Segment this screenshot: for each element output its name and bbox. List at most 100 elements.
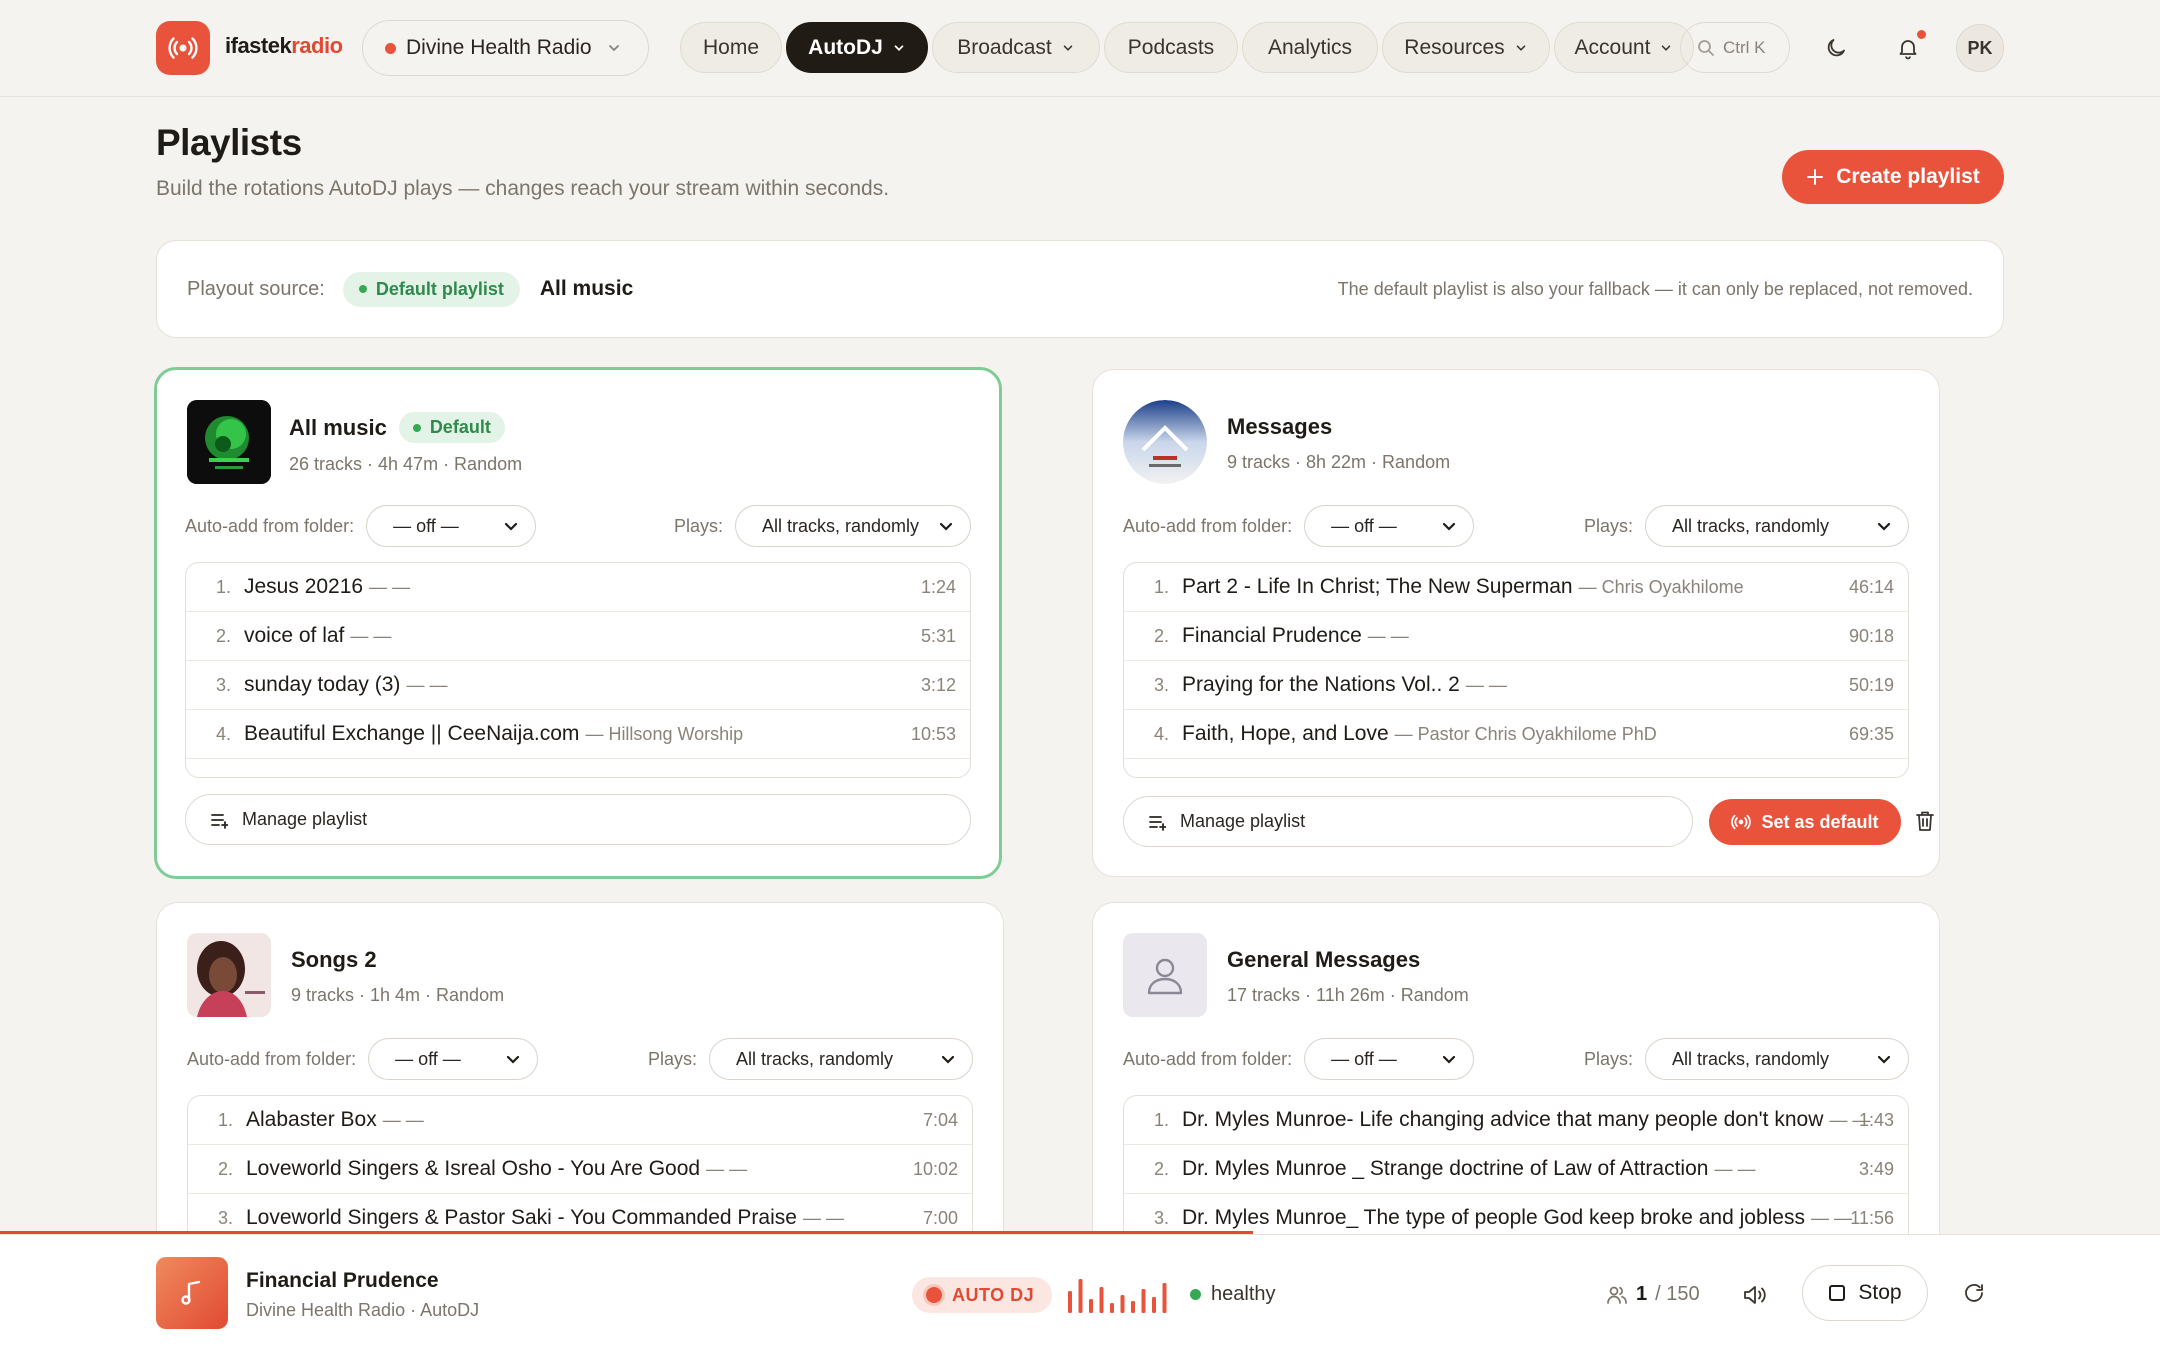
track-row[interactable]: 1. Dr. Myles Munroe- Life changing advice… bbox=[1124, 1096, 1908, 1145]
manage-playlist-label: Manage playlist bbox=[242, 809, 368, 829]
refresh-icon[interactable] bbox=[1962, 1281, 1986, 1305]
nav-analytics-label: Analytics bbox=[1267, 35, 1353, 59]
theme-toggle[interactable] bbox=[1812, 24, 1860, 72]
set-as-default-label: Set as default bbox=[1761, 811, 1879, 832]
playlist-artwork[interactable] bbox=[187, 933, 271, 1017]
track-row[interactable]: 4. Beautiful Exchange || CeeNaija.com — Hi… bbox=[186, 710, 970, 759]
search-icon bbox=[1698, 39, 1714, 56]
nav-autodj-label: AutoDJ bbox=[808, 35, 883, 59]
track-row[interactable]: 2. Financial Prudence — — 90:18 bbox=[1124, 612, 1908, 661]
track-row[interactable]: 2. Dr. Myles Munroe _ Strange doctrine of… bbox=[1124, 1145, 1908, 1194]
track-number: 2. bbox=[216, 625, 232, 646]
broadcast-icon bbox=[1731, 814, 1752, 830]
playlist-title[interactable]: Messages bbox=[1227, 414, 1332, 440]
auto-add-folder-select[interactable]: — off — bbox=[368, 1038, 539, 1080]
track-title: Beautiful Exchange || CeeNaija.com bbox=[244, 722, 580, 745]
plays-label: Plays: bbox=[647, 1048, 697, 1069]
playlist-meta: 9 tracks · 1h 4m · Random bbox=[291, 985, 505, 1005]
track-duration: 7:00 bbox=[922, 1207, 958, 1228]
track-number: 2. bbox=[1154, 625, 1170, 646]
auto-add-folder-select[interactable]: — off — bbox=[1304, 505, 1475, 547]
track-duration: 5:31 bbox=[920, 625, 956, 646]
search-button[interactable]: Ctrl K bbox=[1680, 22, 1790, 73]
auto-add-folder-select[interactable]: — off — bbox=[1304, 1038, 1475, 1080]
nav-broadcast-label: Broadcast bbox=[957, 35, 1052, 59]
brand-suffix: radio bbox=[291, 33, 343, 58]
playlist-artwork[interactable] bbox=[187, 400, 271, 484]
playlist-title[interactable]: General Messages bbox=[1227, 947, 1420, 973]
level-bar bbox=[1068, 1291, 1072, 1313]
search-shortcut: Ctrl K bbox=[1723, 37, 1766, 57]
nav-home[interactable]: Home bbox=[680, 22, 782, 73]
track-row[interactable]: 3. Praying for the Nations Vol.. 2— — 50:1… bbox=[1124, 661, 1908, 710]
plays-mode-select[interactable]: All tracks, randomly bbox=[709, 1038, 973, 1080]
track-duration: 11:56 bbox=[1850, 1207, 1894, 1228]
track-row[interactable]: 4. Faith, Hope, and Love — Pastor Chris Oy… bbox=[1124, 710, 1908, 759]
track-row[interactable]: 2. Loveworld Singers & Isreal Osho - You … bbox=[188, 1145, 972, 1194]
plays-mode-select[interactable]: All tracks, randomly bbox=[1645, 505, 1909, 547]
trash-icon[interactable] bbox=[1915, 810, 1935, 832]
health-dot bbox=[1190, 1289, 1201, 1300]
brand-name[interactable]: ifastekradio bbox=[225, 33, 343, 59]
stop-button[interactable]: Stop bbox=[1802, 1265, 1928, 1321]
playlist-artwork[interactable] bbox=[1123, 400, 1207, 484]
nav-podcasts[interactable]: Podcasts bbox=[1104, 22, 1238, 73]
nav-analytics[interactable]: Analytics bbox=[1242, 22, 1378, 73]
track-artist: — — bbox=[1367, 625, 1409, 646]
nav-autodj[interactable]: AutoDJ bbox=[786, 22, 928, 73]
nav-resources[interactable]: Resources bbox=[1382, 22, 1550, 73]
top-bar: ifastekradio Divine Health Radio Home Au… bbox=[0, 0, 2160, 97]
auto-add-label: Auto-add from folder: bbox=[185, 515, 355, 536]
radio-logo-icon[interactable] bbox=[156, 21, 210, 75]
nav-broadcast[interactable]: Broadcast bbox=[932, 22, 1100, 73]
listener-capacity: / 150 bbox=[1655, 1283, 1700, 1305]
manage-playlist-button[interactable]: Manage playlist bbox=[185, 794, 971, 845]
track-number: 1. bbox=[1154, 1109, 1170, 1130]
stream-health-status: healthy bbox=[1190, 1283, 1276, 1306]
playlist-settings-row: Auto-add from folder: — off — Plays: All… bbox=[1123, 504, 1909, 548]
plays-mode-value: All tracks, randomly bbox=[1672, 515, 1830, 536]
create-playlist-label: Create playlist bbox=[1836, 165, 1980, 188]
chevron-down-icon bbox=[939, 522, 953, 531]
track-row[interactable]: 1. Part 2 - Life In Christ; The New Super… bbox=[1124, 563, 1908, 612]
auto-add-folder-value: — off — bbox=[395, 1048, 461, 1069]
station-selector[interactable]: Divine Health Radio bbox=[362, 20, 649, 76]
placeholder-artwork[interactable] bbox=[1123, 933, 1207, 1017]
track-title: Jesus 20216 bbox=[244, 575, 364, 598]
track-row[interactable]: 3. sunday today (3) — — 3:12 bbox=[186, 661, 970, 710]
set-as-default-button[interactable]: Set as default bbox=[1709, 799, 1901, 845]
playlist-card-messages: Messages 9 tracks · 8h 22m · Random Auto… bbox=[1092, 369, 1940, 877]
playlist-title[interactable]: All music Default bbox=[289, 412, 505, 443]
chevron-down-icon bbox=[504, 522, 518, 531]
track-artist: — Hillsong Worship bbox=[585, 723, 744, 744]
auto-dj-label: AUTO DJ bbox=[952, 1284, 1035, 1305]
track-artist: — — bbox=[406, 674, 448, 695]
notifications-button[interactable] bbox=[1884, 24, 1932, 72]
track-row[interactable]: 1. Alabaster Box — — 7:04 bbox=[188, 1096, 972, 1145]
bell-icon bbox=[1899, 40, 1917, 60]
status-dot bbox=[358, 285, 367, 293]
track-duration: 3:49 bbox=[1858, 1158, 1894, 1179]
default-playlist-badge: Default playlist bbox=[342, 271, 520, 307]
list-icon bbox=[211, 813, 228, 829]
track-row[interactable]: 2. voice of laf — — 5:31 bbox=[186, 612, 970, 661]
avatar[interactable]: PK bbox=[1956, 24, 2004, 72]
nav-account[interactable]: Account bbox=[1554, 22, 1694, 73]
plays-mode-value: All tracks, randomly bbox=[1672, 1048, 1830, 1069]
plays-mode-select[interactable]: All tracks, randomly bbox=[735, 505, 971, 547]
fallback-note: The default playlist is also your fallba… bbox=[1337, 278, 1973, 299]
create-playlist-button[interactable]: Create playlist bbox=[1782, 150, 2004, 204]
playlist-title[interactable]: Songs 2 bbox=[291, 947, 377, 973]
track-row[interactable]: 1. Jesus 20216— — 1:24 bbox=[186, 563, 970, 612]
track-title: Alabaster Box bbox=[246, 1108, 377, 1131]
track-duration: 10:53 bbox=[910, 723, 956, 744]
volume-icon[interactable] bbox=[1742, 1283, 1768, 1307]
plays-mode-select[interactable]: All tracks, randomly bbox=[1645, 1038, 1909, 1080]
page-title: Playlists bbox=[156, 122, 302, 163]
manage-playlist-button[interactable]: Manage playlist bbox=[1123, 796, 1693, 847]
level-bar bbox=[1162, 1283, 1167, 1313]
playlist-name: General Messages bbox=[1227, 947, 1421, 972]
auto-add-folder-select[interactable]: — off — bbox=[366, 505, 537, 547]
track-title: Financial Prudence bbox=[1182, 624, 1362, 647]
playout-source-label: Playout source: bbox=[187, 277, 325, 300]
